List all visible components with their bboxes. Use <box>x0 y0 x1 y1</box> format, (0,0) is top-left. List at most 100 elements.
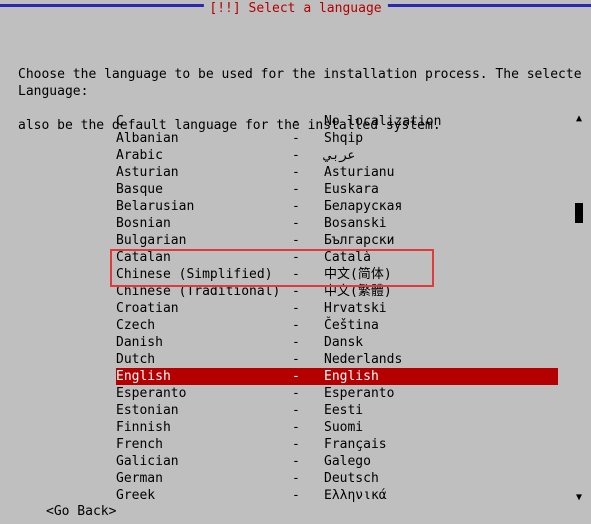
language-name: English <box>116 368 292 385</box>
go-back-button[interactable]: <Go Back> <box>46 503 116 520</box>
language-native-name: Български <box>324 232 558 249</box>
language-option[interactable]: Basque-Euskara <box>116 181 558 198</box>
language-name: French <box>116 436 292 453</box>
language-native-name: Bosanski <box>324 215 558 232</box>
language-name: German <box>116 470 292 487</box>
language-native-name: Català <box>324 249 558 266</box>
language-option[interactable]: Chinese (Traditional)-中文(繁體) <box>116 283 558 300</box>
language-name: Albanian <box>116 130 292 147</box>
language-native-name: Dansk <box>324 334 558 351</box>
column-separator: - <box>292 487 324 504</box>
language-native-name: Čeština <box>324 317 558 334</box>
column-separator: - <box>292 113 324 130</box>
language-name: Dutch <box>116 351 292 368</box>
column-separator: - <box>292 300 324 317</box>
language-name: Basque <box>116 181 292 198</box>
language-option[interactable]: Galician-Galego <box>116 453 558 470</box>
language-option[interactable]: C-No localization <box>116 113 558 130</box>
language-native-name: Ελληνικά <box>324 487 558 504</box>
language-option[interactable]: Asturian-Asturianu <box>116 164 558 181</box>
column-separator: - <box>292 470 324 487</box>
language-option[interactable]: Dutch-Nederlands <box>116 351 558 368</box>
language-option[interactable]: Croatian-Hrvatski <box>116 300 558 317</box>
language-option[interactable]: Catalan-Català <box>116 249 558 266</box>
language-name: Croatian <box>116 300 292 317</box>
language-native-name: Shqip <box>324 130 558 147</box>
language-native-name: Suomi <box>324 419 558 436</box>
language-option[interactable]: Estonian-Eesti <box>116 402 558 419</box>
language-native-name: Euskara <box>324 181 558 198</box>
language-option[interactable]: Finnish-Suomi <box>116 419 558 436</box>
language-name: C <box>116 113 292 130</box>
language-option[interactable]: Chinese (Simplified)-中文(简体) <box>116 266 558 283</box>
language-name: Galician <box>116 453 292 470</box>
language-option[interactable]: Greek-Ελληνικά <box>116 487 558 504</box>
column-separator: - <box>292 419 324 436</box>
language-name: Asturian <box>116 164 292 181</box>
language-native-name: عربي <box>324 147 558 164</box>
column-separator: - <box>292 317 324 334</box>
column-separator: - <box>292 232 324 249</box>
language-option[interactable]: German-Deutsch <box>116 470 558 487</box>
language-option[interactable]: Arabic-عربي <box>116 147 558 164</box>
column-separator: - <box>292 368 324 385</box>
column-separator: - <box>292 215 324 232</box>
language-native-name: Esperanto <box>324 385 558 402</box>
language-name: Estonian <box>116 402 292 419</box>
installer-dialog: [!!] Select a language Choose the langua… <box>0 0 591 524</box>
language-option[interactable]: Esperanto-Esperanto <box>116 385 558 402</box>
column-separator: - <box>292 181 324 198</box>
instructions-line-1: Choose the language to be used for the i… <box>18 66 591 83</box>
column-separator: - <box>292 266 324 283</box>
language-option[interactable]: English-English <box>116 368 558 385</box>
language-option[interactable]: Bosnian-Bosanski <box>116 215 558 232</box>
language-option[interactable]: Belarusian-Беларуская <box>116 198 558 215</box>
language-native-name: 中文(繁體) <box>324 283 558 300</box>
language-name: Czech <box>116 317 292 334</box>
column-separator: - <box>292 385 324 402</box>
language-native-name: Hrvatski <box>324 300 558 317</box>
language-option[interactable]: Bulgarian-Български <box>116 232 558 249</box>
dialog-title: [!!] Select a language <box>203 0 387 17</box>
column-separator: - <box>292 351 324 368</box>
column-separator: - <box>292 164 324 181</box>
column-separator: - <box>292 334 324 351</box>
scroll-down-arrow-icon[interactable]: ▼ <box>575 492 583 504</box>
column-separator: - <box>292 130 324 147</box>
language-name: Chinese (Simplified) <box>116 266 292 283</box>
language-native-name: Nederlands <box>324 351 558 368</box>
column-separator: - <box>292 198 324 215</box>
language-name: Bulgarian <box>116 232 292 249</box>
language-name: Finnish <box>116 419 292 436</box>
scroll-thumb[interactable] <box>575 203 583 223</box>
language-name: Esperanto <box>116 385 292 402</box>
language-option[interactable]: Danish-Dansk <box>116 334 558 351</box>
language-native-name: Eesti <box>324 402 558 419</box>
language-native-name: Galego <box>324 453 558 470</box>
language-native-name: English <box>324 368 558 385</box>
language-name: Danish <box>116 334 292 351</box>
scrollbar[interactable]: ▲ ▼ <box>575 113 583 504</box>
language-name: Greek <box>116 487 292 504</box>
column-separator: - <box>292 402 324 419</box>
column-separator: - <box>292 453 324 470</box>
language-option[interactable]: French-Français <box>116 436 558 453</box>
scroll-up-arrow-icon[interactable]: ▲ <box>575 113 583 125</box>
language-list[interactable]: C-No localizationAlbanian-ShqipArabic-عر… <box>116 113 558 504</box>
language-native-name: No localization <box>324 113 558 130</box>
language-name: Belarusian <box>116 198 292 215</box>
column-separator: - <box>292 283 324 300</box>
language-name: Arabic <box>116 147 292 164</box>
language-name: Catalan <box>116 249 292 266</box>
language-native-name: Français <box>324 436 558 453</box>
language-native-name: Беларуская <box>324 198 558 215</box>
language-option[interactable]: Czech-Čeština <box>116 317 558 334</box>
language-name: Bosnian <box>116 215 292 232</box>
language-native-name: 中文(简体) <box>324 266 558 283</box>
language-native-name: Asturianu <box>324 164 558 181</box>
language-native-name: Deutsch <box>324 470 558 487</box>
language-name: Chinese (Traditional) <box>116 283 292 300</box>
language-option[interactable]: Albanian-Shqip <box>116 130 558 147</box>
column-separator: - <box>292 436 324 453</box>
column-separator: - <box>292 249 324 266</box>
